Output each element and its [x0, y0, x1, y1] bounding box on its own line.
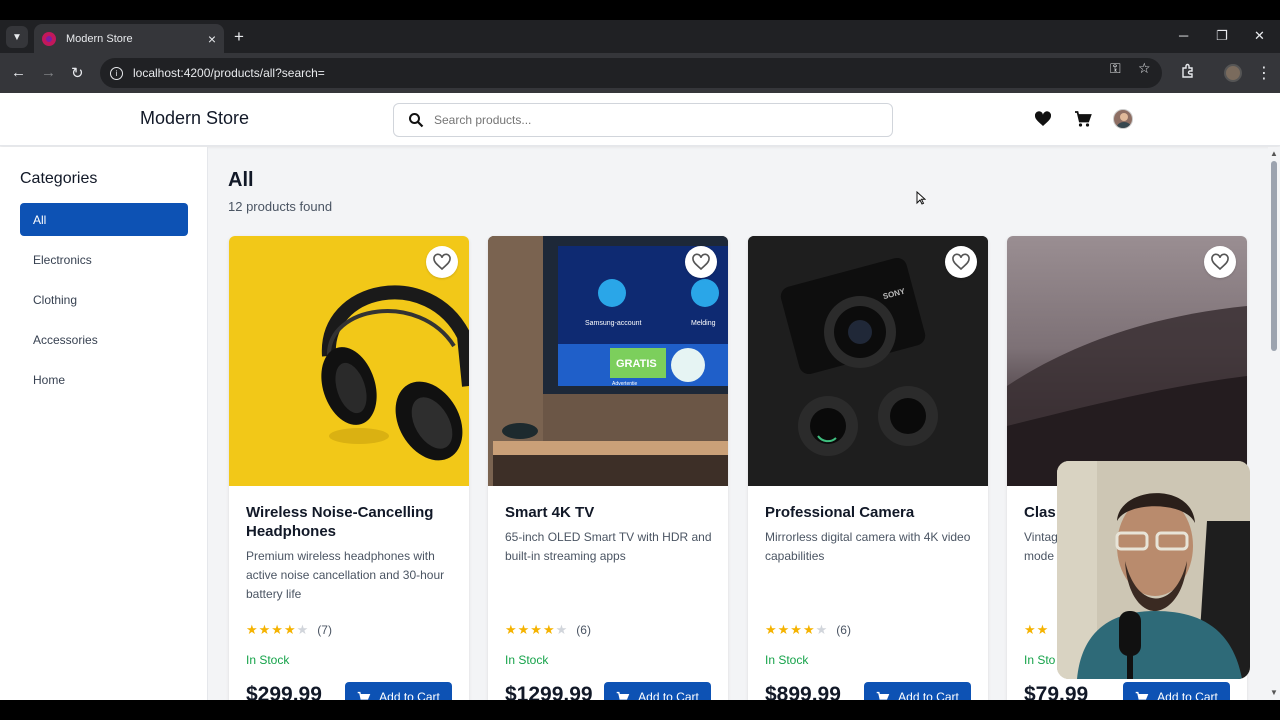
product-rating: ★★★★★ (6) — [765, 622, 851, 638]
category-sidebar: Categories All Electronics Clothing Acce… — [0, 147, 208, 700]
browser-toolbar: ← → ↻ i localhost:4200/products/all?sear… — [0, 53, 1280, 93]
categories-heading: Categories — [20, 170, 98, 187]
tab-search-dropdown-icon[interactable]: ▼ — [6, 26, 28, 48]
scroll-up-icon[interactable]: ▲ — [1270, 149, 1278, 158]
tv-label-account: Samsung-account — [585, 320, 641, 327]
letterbox-bottom — [0, 700, 1280, 720]
angular-favicon-icon — [42, 31, 56, 46]
stock-status: In Stock — [505, 653, 549, 667]
new-tab-icon[interactable]: + — [234, 27, 244, 47]
tab-close-icon[interactable]: × — [208, 31, 216, 47]
page-title: All — [228, 169, 254, 191]
store-header: Modern Store — [0, 93, 1280, 146]
forward-icon[interactable]: → — [41, 64, 56, 81]
product-price: $299.99 — [246, 683, 322, 700]
product-price: $1299.99 — [505, 683, 593, 700]
cart-icon[interactable] — [1073, 109, 1093, 129]
bookmark-star-icon[interactable]: ☆ — [1138, 60, 1151, 77]
favorite-button[interactable] — [426, 246, 458, 278]
product-description: 65-inch OLED Smart TV with HDR and built… — [505, 530, 712, 563]
stock-status: In Sto — [1024, 653, 1056, 667]
cart-icon — [876, 691, 890, 700]
mouse-cursor-icon — [916, 191, 926, 205]
tv-label-melding: Melding — [691, 320, 716, 327]
category-electronics[interactable]: Electronics — [20, 243, 188, 276]
password-key-icon[interactable]: ⚿ — [1110, 60, 1121, 77]
heart-outline-icon — [692, 253, 710, 271]
heart-outline-icon — [433, 253, 451, 271]
product-rating: ★★★★★ (7) — [246, 622, 332, 638]
add-to-cart-button[interactable]: Add to Cart — [604, 682, 711, 700]
product-name[interactable]: Professional Camera — [765, 503, 975, 522]
webcam-overlay — [1057, 461, 1250, 679]
browser-menu-icon[interactable]: ⋮ — [1256, 63, 1272, 83]
favorite-button[interactable] — [1204, 246, 1236, 278]
review-count: (6) — [576, 623, 591, 637]
product-count: 12 products found — [228, 199, 333, 214]
screen: ▼ Modern Store × + ─ ❐ ✕ ← → ↻ i localho… — [0, 0, 1280, 720]
add-to-cart-label: Add to Cart — [638, 690, 699, 700]
reload-icon[interactable]: ↻ — [71, 64, 84, 82]
review-count: (7) — [317, 623, 332, 637]
product-price: $79.99 — [1024, 683, 1089, 700]
page-scrollbar[interactable]: ▲ ▼ — [1268, 147, 1280, 700]
product-description: Premium wireless headphones with active … — [246, 549, 445, 601]
tab-title: Modern Store — [66, 32, 133, 45]
product-price: $899.99 — [765, 683, 841, 700]
add-to-cart-label: Add to Cart — [379, 690, 440, 700]
search-input[interactable] — [434, 113, 854, 127]
stock-status: In Stock — [765, 653, 809, 667]
restore-icon[interactable]: ❐ — [1216, 28, 1228, 44]
product-rating: ★★★★★ (6) — [505, 622, 591, 638]
product-card[interactable]: Samsung-account Melding GRATIS Advertent… — [488, 236, 728, 700]
extensions-icon[interactable] — [1180, 63, 1196, 83]
category-home[interactable]: Home — [20, 363, 188, 396]
browser-tab-bar: ▼ Modern Store × + ─ ❐ ✕ — [0, 20, 1280, 53]
heart-outline-icon — [952, 253, 970, 271]
cart-icon — [357, 691, 371, 700]
search-box[interactable] — [393, 103, 893, 137]
category-all[interactable]: All — [20, 203, 188, 236]
product-name[interactable]: Wireless Noise-Cancelling Headphones — [246, 503, 456, 541]
product-description: Mirrorless digital camera with 4K video … — [765, 530, 971, 563]
tv-label-gratis: GRATIS — [616, 358, 657, 370]
browser-profile-avatar[interactable] — [1224, 64, 1242, 82]
wishlist-heart-icon[interactable] — [1033, 109, 1053, 129]
add-to-cart-button[interactable]: Add to Cart — [1123, 682, 1230, 700]
add-to-cart-button[interactable]: Add to Cart — [345, 682, 452, 700]
user-avatar[interactable] — [1113, 109, 1133, 129]
minimize-icon[interactable]: ─ — [1179, 28, 1188, 43]
add-to-cart-label: Add to Cart — [1157, 690, 1218, 700]
product-card[interactable]: Wireless Noise-Cancelling Headphones Pre… — [229, 236, 469, 700]
scroll-down-icon[interactable]: ▼ — [1270, 688, 1278, 697]
heart-outline-icon — [1211, 253, 1229, 271]
store-logo-text[interactable]: Modern Store — [140, 108, 249, 129]
star-rating-icon: ★★★★★ — [246, 622, 310, 637]
browser-tab[interactable]: Modern Store × — [34, 24, 224, 53]
star-rating-icon: ★★★★★ — [765, 622, 829, 637]
cart-icon — [616, 691, 630, 700]
cart-icon — [1135, 691, 1149, 700]
back-icon[interactable]: ← — [11, 64, 26, 81]
product-name[interactable]: Smart 4K TV — [505, 503, 715, 522]
product-rating: ★★ — [1024, 622, 1057, 638]
category-clothing[interactable]: Clothing — [20, 283, 188, 316]
url-text: localhost:4200/products/all?search= — [133, 66, 325, 80]
search-icon — [409, 113, 424, 128]
scroll-thumb[interactable] — [1271, 161, 1277, 351]
tv-label-ad: Advertentie — [612, 381, 638, 387]
window-close-icon[interactable]: ✕ — [1254, 28, 1265, 44]
add-to-cart-button[interactable]: Add to Cart — [864, 682, 971, 700]
star-rating-icon: ★★★★★ — [505, 622, 569, 637]
address-bar[interactable]: i localhost:4200/products/all?search= — [100, 58, 1162, 88]
add-to-cart-label: Add to Cart — [898, 690, 959, 700]
stock-status: In Stock — [246, 653, 290, 667]
site-info-icon[interactable]: i — [110, 66, 123, 80]
star-rating-icon: ★★ — [1024, 622, 1050, 637]
favorite-button[interactable] — [685, 246, 717, 278]
product-card[interactable]: SONY Professional Camera Mirrorless digi… — [748, 236, 988, 700]
favorite-button[interactable] — [945, 246, 977, 278]
category-accessories[interactable]: Accessories — [20, 323, 188, 356]
review-count: (6) — [836, 623, 851, 637]
